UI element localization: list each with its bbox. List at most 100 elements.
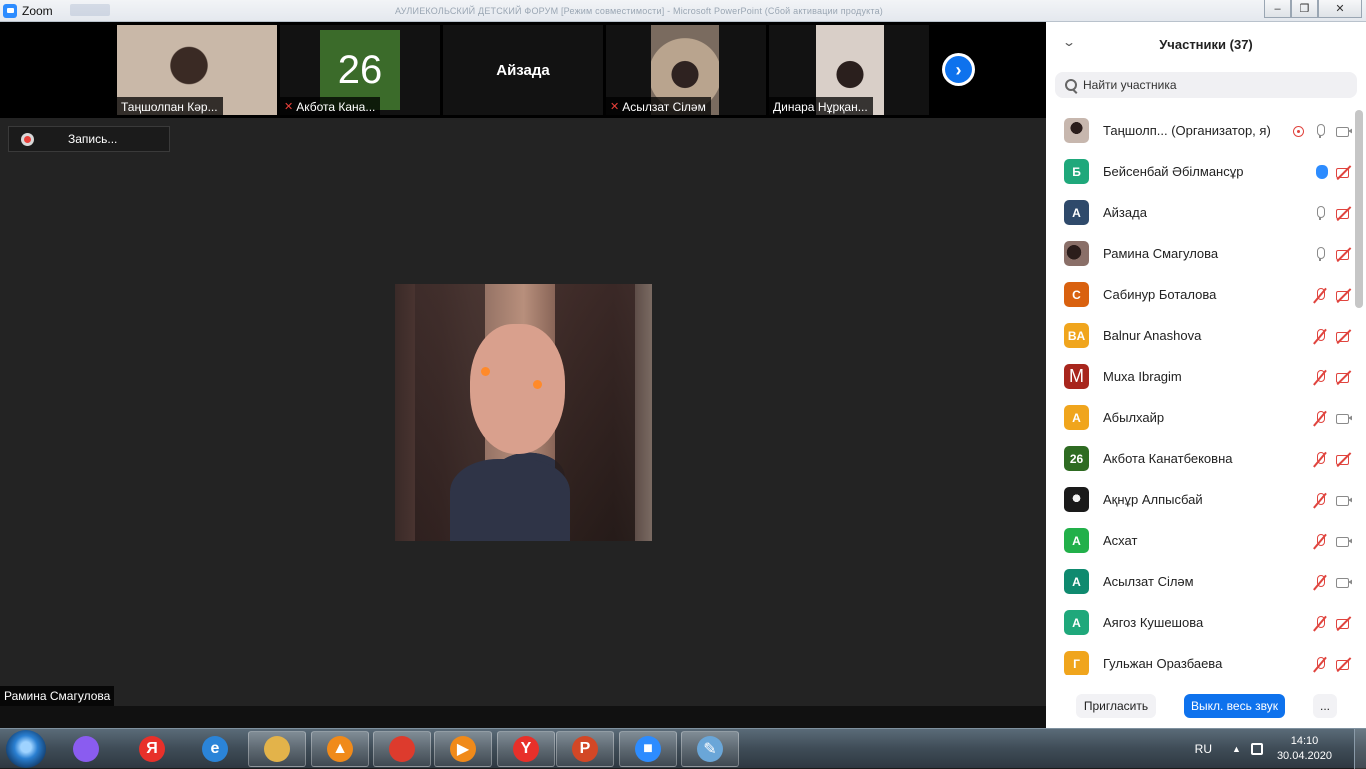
network-icon[interactable] xyxy=(1250,743,1263,755)
microphone-muted-icon[interactable] xyxy=(1312,410,1328,426)
participant-row[interactable]: Б Бейсенбай Әбілмансұр xyxy=(1046,151,1352,192)
participant-row[interactable]: BA Balnur Anashova xyxy=(1046,315,1352,356)
participant-status-icons xyxy=(1312,574,1352,590)
participants-title: Участники (37) xyxy=(1159,36,1253,52)
collapse-chevron-icon[interactable]: ⌄ xyxy=(1062,35,1076,49)
microphone-muted-icon[interactable] xyxy=(1312,328,1328,344)
taskbar-powerpoint-button[interactable]: P xyxy=(556,731,614,767)
participant-name: Аягоз Кушешова xyxy=(1103,615,1204,630)
more-button[interactable]: ... xyxy=(1313,694,1337,718)
participant-name: Бейсенбай Әбілмансұр xyxy=(1103,164,1244,179)
video-tile[interactable]: Таңшолпан Кәр... xyxy=(117,25,277,115)
window-title: Zoom xyxy=(22,3,53,18)
taskbar-yandex-browser-button[interactable]: Y xyxy=(497,731,555,767)
participant-row[interactable]: С Сабинур Боталова xyxy=(1046,274,1352,315)
alice-icon xyxy=(73,736,99,762)
participant-row[interactable]: 26 Акбота Канатбековна xyxy=(1046,438,1352,479)
recording-icon xyxy=(1293,125,1304,137)
participant-status-icons xyxy=(1312,451,1352,467)
participant-row[interactable]: А Абылхайр xyxy=(1046,397,1352,438)
taskbar-aimp-button[interactable]: ▲ xyxy=(311,731,369,767)
video-tile[interactable]: Айзада xyxy=(443,25,603,115)
title-bar: Zoom АУЛИЕКОЛЬСКИЙ ДЕТСКИЙ ФОРУМ [Режим … xyxy=(0,0,1366,22)
participant-status-icons xyxy=(1312,656,1352,672)
microphone-icon[interactable] xyxy=(1312,123,1328,139)
avatar: А xyxy=(1064,569,1089,594)
clock[interactable]: 14:10 30.04.2020 xyxy=(1277,734,1332,764)
show-desktop-button[interactable] xyxy=(1354,729,1366,769)
video-camera-off-icon[interactable] xyxy=(1336,451,1352,467)
video-camera-off-icon[interactable] xyxy=(1336,164,1352,180)
video-camera-icon[interactable] xyxy=(1336,123,1352,139)
taskbar-chrome-button[interactable] xyxy=(373,731,431,767)
video-tile[interactable]: Динара Нұрқан... xyxy=(769,25,929,115)
tile-center-name: Айзада xyxy=(496,61,550,79)
microphone-icon[interactable] xyxy=(1312,205,1328,221)
taskbar: Яe ▲ ▶ Y P ■ ✎ RU ▲ 14:10 30.04.2020 xyxy=(0,728,1366,769)
taskbar-zoom-button[interactable]: ■ xyxy=(619,731,677,767)
video-camera-off-icon[interactable] xyxy=(1336,615,1352,631)
taskbar-video-player-button[interactable]: ▶ xyxy=(434,731,492,767)
avatar: А xyxy=(1064,610,1089,635)
maximize-button[interactable]: ❐ xyxy=(1291,0,1318,18)
video-camera-off-icon[interactable] xyxy=(1336,656,1352,672)
participant-row[interactable]: M Muxa Ibragim xyxy=(1046,356,1352,397)
participant-search[interactable] xyxy=(1055,72,1357,98)
participant-name: Рамина Смагулова xyxy=(1103,246,1219,261)
heart-filter-icon xyxy=(533,380,542,389)
participants-scrollbar[interactable] xyxy=(1355,110,1363,308)
microphone-icon[interactable] xyxy=(1312,246,1328,262)
microphone-muted-icon[interactable] xyxy=(1312,287,1328,303)
participant-row[interactable]: Ақнұр Алпысбай xyxy=(1046,479,1352,520)
clock-date: 30.04.2020 xyxy=(1276,750,1332,762)
participant-row[interactable]: А Айзада xyxy=(1046,192,1352,233)
participant-status-icons xyxy=(1312,328,1352,344)
microphone-muted-icon[interactable] xyxy=(1312,533,1328,549)
video-tile[interactable]: ✕ Асылзат Сіләм xyxy=(606,25,766,115)
video-camera-icon[interactable] xyxy=(1336,533,1352,549)
video-camera-off-icon[interactable] xyxy=(1336,328,1352,344)
mute-all-button[interactable]: Выкл. весь звук xyxy=(1184,694,1285,718)
video-camera-off-icon[interactable] xyxy=(1336,246,1352,262)
start-button[interactable] xyxy=(6,730,46,768)
microphone-muted-icon[interactable] xyxy=(1312,615,1328,631)
taskbar-paint-button[interactable]: ✎ xyxy=(681,731,739,767)
video-camera-icon[interactable] xyxy=(1336,574,1352,590)
video-tile[interactable]: 26 ✕ Акбота Кана... xyxy=(280,25,440,115)
close-button[interactable]: ✕ xyxy=(1318,0,1362,18)
video-camera-off-icon[interactable] xyxy=(1336,205,1352,221)
participant-row[interactable]: Таңшолп... (Организатор, я) xyxy=(1046,110,1352,151)
zoom-icon: ■ xyxy=(635,736,661,762)
participant-row[interactable]: А Асхат xyxy=(1046,520,1352,561)
yandex-browser-icon: Y xyxy=(513,736,539,762)
meeting-area: Таңшолпан Кәр... 26 ✕ Акбота Кана... Айза… xyxy=(0,22,1046,706)
taskbar-file-explorer-button[interactable] xyxy=(248,731,306,767)
raised-hand-icon[interactable] xyxy=(1316,165,1328,179)
search-input[interactable] xyxy=(1083,78,1333,92)
participant-row[interactable]: Рамина Смагулова xyxy=(1046,233,1352,274)
file-explorer-icon xyxy=(264,736,290,762)
video-camera-off-icon[interactable] xyxy=(1336,369,1352,385)
microphone-muted-icon[interactable] xyxy=(1312,451,1328,467)
video-camera-icon[interactable] xyxy=(1336,492,1352,508)
taskbar-internet-explorer-button[interactable]: e xyxy=(186,731,244,767)
video-camera-off-icon[interactable] xyxy=(1336,287,1352,303)
next-page-button[interactable]: › xyxy=(942,53,975,86)
speaker-name-label: Рамина Смагулова xyxy=(0,686,115,706)
video-player-icon: ▶ xyxy=(450,736,476,762)
taskbar-yandex-browser-old-button[interactable]: Я xyxy=(123,731,181,767)
participant-row[interactable]: А Аягоз Кушешова xyxy=(1046,602,1352,643)
microphone-muted-icon[interactable] xyxy=(1312,656,1328,672)
recording-indicator[interactable]: Запись... xyxy=(8,126,170,152)
participant-row[interactable]: Г Гульжан Оразбаева xyxy=(1046,643,1352,675)
minimize-button[interactable]: – xyxy=(1264,0,1291,18)
taskbar-alice-button[interactable] xyxy=(57,731,115,767)
microphone-muted-icon[interactable] xyxy=(1312,574,1328,590)
tray-expand-icon[interactable]: ▲ xyxy=(1232,744,1241,754)
microphone-muted-icon[interactable] xyxy=(1312,492,1328,508)
microphone-muted-icon[interactable] xyxy=(1312,369,1328,385)
invite-button[interactable]: Пригласить xyxy=(1076,694,1156,718)
video-camera-icon[interactable] xyxy=(1336,410,1352,426)
participant-row[interactable]: А Асылзат Сіләм xyxy=(1046,561,1352,602)
language-indicator[interactable]: RU xyxy=(1195,742,1212,756)
